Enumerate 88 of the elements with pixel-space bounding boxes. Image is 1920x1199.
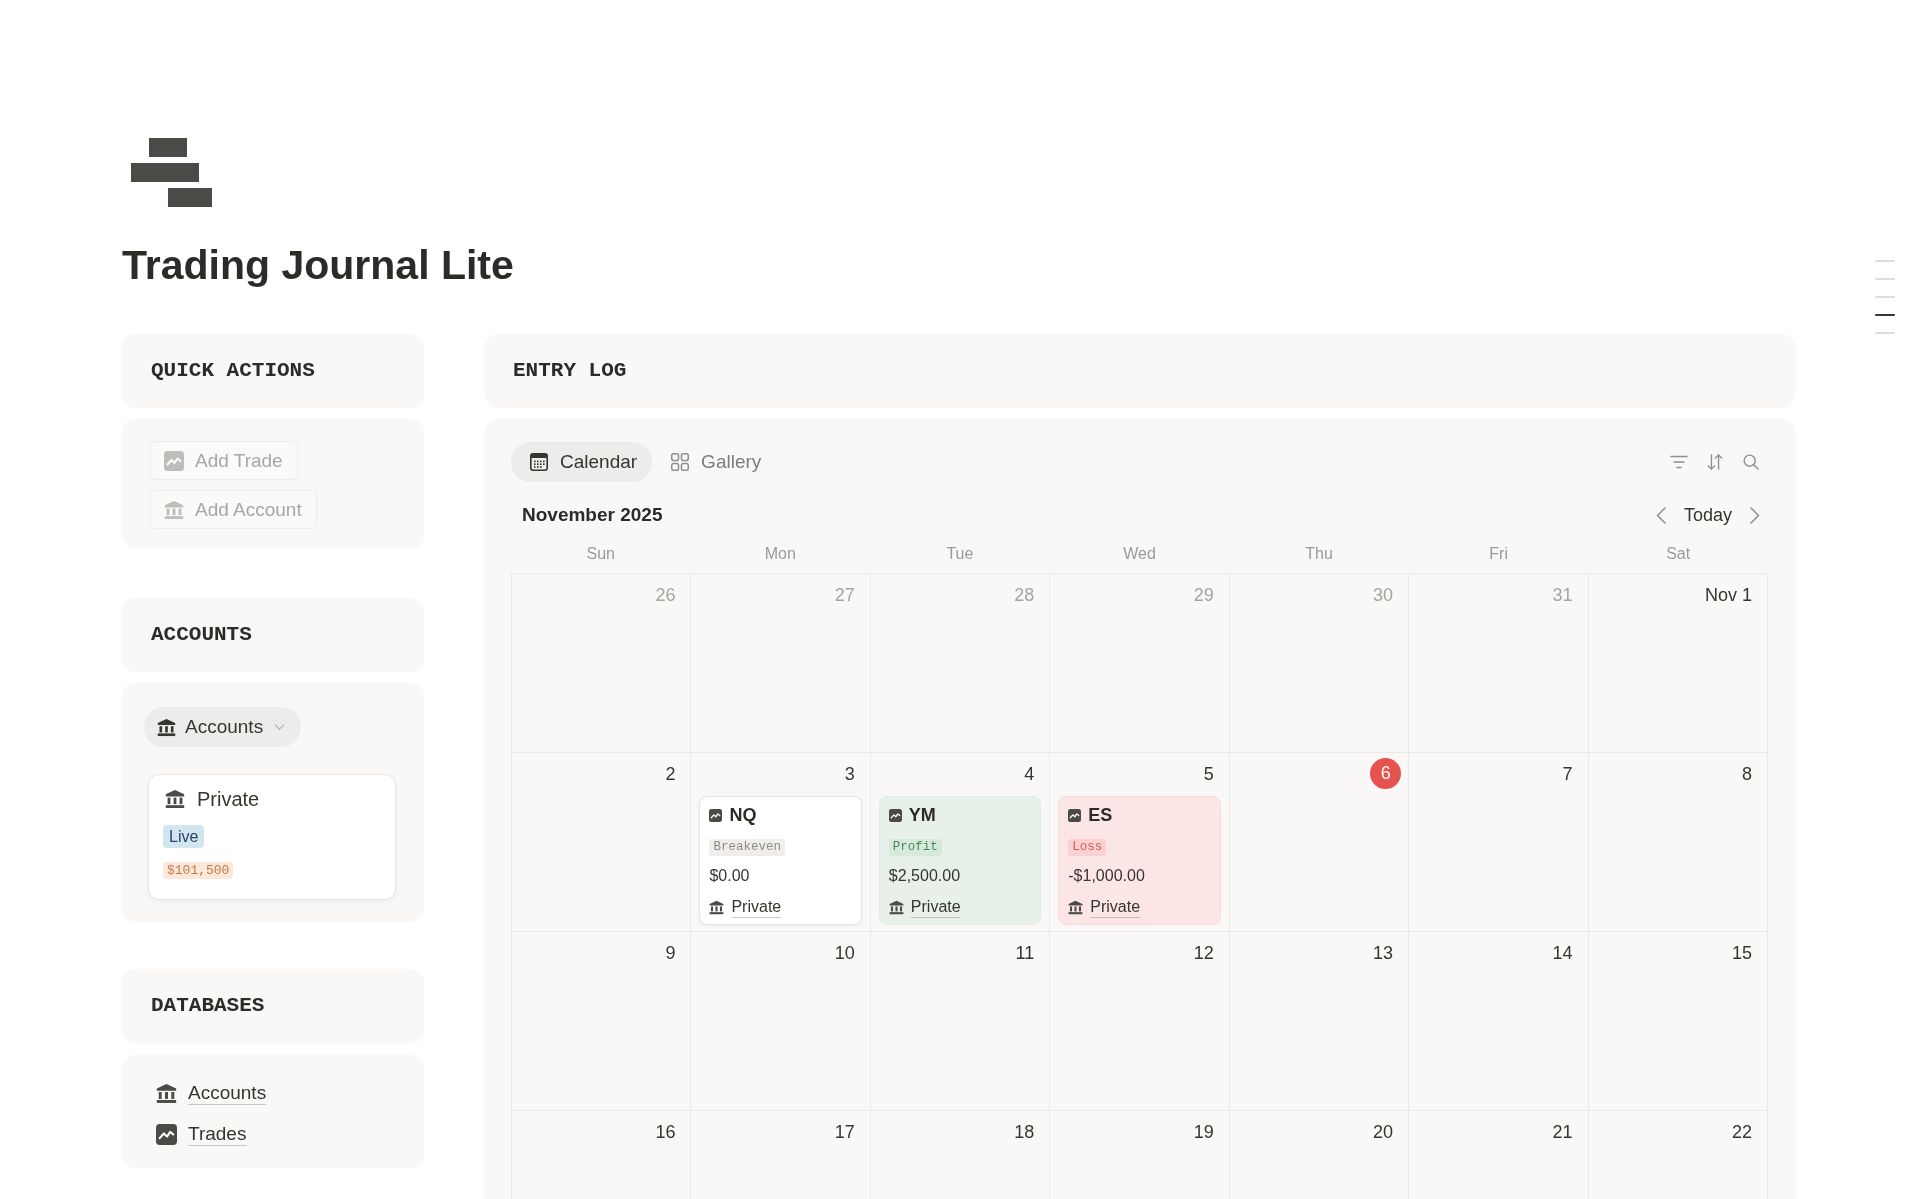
account-card[interactable]: Private Live $101,500 [148, 774, 396, 900]
day-number: 6 [1370, 758, 1402, 789]
balance-tag: $101,500 [163, 862, 234, 879]
outline-dash-icon[interactable] [1875, 314, 1895, 316]
day-number: 13 [1373, 941, 1394, 964]
bank-icon [1068, 899, 1084, 915]
bank-icon [165, 789, 185, 809]
account-name: Private [197, 787, 260, 811]
day-number: 10 [834, 941, 855, 964]
day-number: 18 [1014, 1120, 1035, 1143]
database-link[interactable]: Trades [156, 1119, 247, 1149]
trade-symbol: YM [908, 804, 936, 826]
line-chart-icon [1068, 808, 1082, 822]
weekday-label: Thu [1304, 544, 1334, 563]
bank-icon [156, 1082, 177, 1104]
account-link[interactable]: Private [1090, 898, 1141, 916]
trade-card[interactable]: YM Profit $2,500.00 Private [878, 796, 1042, 925]
weekday-label: Wed [1122, 544, 1157, 563]
trade-card[interactable]: ES Loss -$1,000.00 Private [1058, 796, 1221, 925]
day-number: 11 [1015, 941, 1035, 964]
section-title: QUICK ACTIONS [151, 359, 315, 382]
calendar-icon [530, 453, 548, 471]
trade-amount: $0.00 [709, 866, 750, 886]
account-link[interactable]: Private [731, 898, 782, 916]
result-tag: Profit [888, 839, 942, 856]
day-number: 12 [1193, 941, 1214, 964]
chevron-right-icon[interactable] [1750, 506, 1760, 524]
day-number: 14 [1552, 941, 1573, 964]
day-number: 20 [1373, 1120, 1394, 1143]
month-title: November 2025 [522, 504, 663, 526]
bank-icon [888, 899, 904, 915]
chevron-left-icon[interactable] [1655, 506, 1666, 524]
day-number: 15 [1731, 941, 1752, 964]
result-tag: Loss [1068, 839, 1107, 856]
day-number: 8 [1742, 762, 1752, 785]
weekday-label: Mon [763, 544, 797, 563]
weekday-label: Tue [945, 544, 975, 563]
weekday-label: Fri [1488, 544, 1509, 563]
filter-icon[interactable] [1670, 454, 1688, 470]
account-link[interactable]: Private [910, 898, 961, 916]
trade-symbol: ES [1088, 804, 1113, 826]
line-chart-icon [888, 808, 902, 822]
trade-amount: -$1,000.00 [1068, 866, 1145, 886]
line-chart-icon [156, 1123, 177, 1145]
section-title: DATABASES [151, 994, 265, 1017]
day-number: 22 [1731, 1120, 1752, 1143]
day-number: 30 [1373, 583, 1394, 606]
section-title: ACCOUNTS [151, 623, 252, 646]
day-number: 29 [1193, 583, 1214, 606]
search-icon[interactable] [1742, 454, 1760, 470]
bank-icon [157, 717, 176, 737]
day-number: 2 [665, 762, 676, 785]
day-number: 21 [1552, 1120, 1573, 1143]
trade-card[interactable]: NQ Breakeven $0.00 Private [699, 796, 862, 925]
chevron-down-icon [274, 724, 286, 730]
page-title: Trading Journal Lite [122, 241, 514, 290]
status-tag: Live [163, 825, 205, 848]
trade-amount: $2,500.00 [888, 866, 961, 886]
today-button[interactable]: Today [1683, 504, 1732, 526]
view-selector-button[interactable]: Accounts [144, 707, 302, 747]
day-number: 5 [1203, 762, 1214, 785]
day-number: 17 [834, 1120, 855, 1143]
day-number: 19 [1193, 1120, 1214, 1143]
bank-icon [709, 899, 725, 915]
view-tab[interactable]: Calendar [511, 442, 653, 482]
day-number: 31 [1552, 583, 1573, 606]
day-number: 7 [1562, 762, 1573, 785]
stacked-bars-icon [131, 138, 212, 207]
line-chart-icon [164, 450, 184, 471]
day-number: 9 [665, 941, 676, 964]
day-number: 16 [655, 1120, 676, 1143]
database-link[interactable]: Accounts [156, 1078, 267, 1108]
day-number: 4 [1024, 762, 1035, 785]
day-number: 3 [844, 762, 855, 785]
grid-icon [671, 453, 690, 471]
bank-icon [164, 499, 184, 520]
day-number: 27 [834, 583, 855, 606]
day-number: 26 [655, 583, 676, 606]
weekday-label: Sun [585, 544, 616, 563]
section-title: ENTRY LOG [513, 359, 627, 382]
line-chart-icon [709, 808, 723, 822]
trade-symbol: NQ [729, 804, 757, 826]
weekday-label: Sat [1665, 544, 1692, 563]
sort-icon[interactable] [1706, 454, 1724, 470]
day-number: Nov 1 [1704, 583, 1752, 606]
day-number: 28 [1014, 583, 1035, 606]
view-tab[interactable]: Gallery [652, 442, 777, 482]
result-tag: Breakeven [709, 839, 785, 856]
